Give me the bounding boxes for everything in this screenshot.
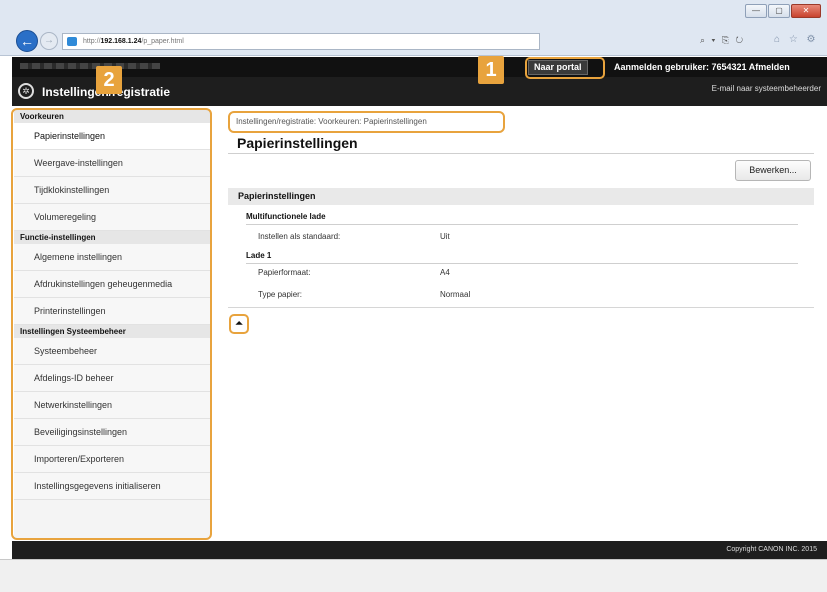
home-favorites-settings-icons[interactable]: ⌂ ☆ ⚙	[774, 34, 819, 45]
content-end-divider	[228, 307, 814, 308]
title-divider	[228, 153, 814, 154]
browser-chrome: — ▢ ✕ ← → http://192.168.1.24/p_paper.ht…	[0, 0, 827, 56]
setting-label-default: Instellen als standaard:	[258, 232, 341, 241]
group-divider	[246, 263, 798, 264]
copyright-text: Copyright CANON INC. 2015	[726, 546, 817, 553]
app-header: Naar portal Aanmelden gebruiker: 7654321…	[12, 57, 827, 106]
page-icon	[67, 37, 77, 46]
callout-2: 2	[96, 66, 122, 94]
browser-status-bar	[0, 559, 827, 592]
group-divider	[246, 224, 798, 225]
url-path: /p_paper.html	[141, 38, 184, 45]
section-header: Papierinstellingen	[228, 188, 814, 205]
group-title-mp-tray: Multifunctionele lade	[246, 212, 326, 221]
setting-value-paper-size: A4	[440, 268, 450, 277]
window-controls: — ▢ ✕	[745, 4, 821, 18]
setting-value-default: Uit	[440, 232, 450, 241]
forward-arrow-icon[interactable]: →	[40, 32, 58, 50]
portal-highlight-ring	[525, 57, 605, 79]
back-to-top-icon[interactable]: ⏶	[233, 318, 245, 330]
address-bar[interactable]: http://192.168.1.24/p_paper.html	[62, 33, 540, 50]
masked-device-name	[20, 63, 160, 69]
close-button[interactable]: ✕	[791, 4, 821, 18]
url-host: 192.168.1.24	[100, 38, 142, 45]
minimize-button[interactable]: —	[745, 4, 767, 18]
breadcrumb: Instellingen/registratie: Voorkeuren: Pa…	[236, 117, 427, 126]
footer: Copyright CANON INC. 2015	[12, 541, 827, 559]
back-arrow-icon[interactable]: ←	[16, 30, 38, 52]
url-prefix: http://	[83, 38, 101, 45]
address-tools-icons[interactable]: ⌕ ▾ ⎘ ↻	[700, 35, 745, 46]
page-title: Papierinstellingen	[237, 135, 358, 151]
maximize-button[interactable]: ▢	[768, 4, 790, 18]
mail-admin-link[interactable]: E-mail naar systeembeheerder	[712, 84, 821, 93]
settings-logo-icon: ✲	[18, 83, 34, 99]
user-info[interactable]: Aanmelden gebruiker: 7654321 Afmelden	[614, 62, 790, 72]
edit-button[interactable]: Bewerken...	[735, 160, 811, 181]
callout-1: 1	[478, 56, 504, 84]
sidebar-highlight-ring	[11, 108, 212, 540]
setting-value-paper-type: Normaal	[440, 290, 471, 299]
setting-label-paper-size: Papierformaat:	[258, 268, 311, 277]
group-title-drawer-1: Lade 1	[246, 251, 272, 260]
setting-label-paper-type: Type papier:	[258, 290, 303, 299]
